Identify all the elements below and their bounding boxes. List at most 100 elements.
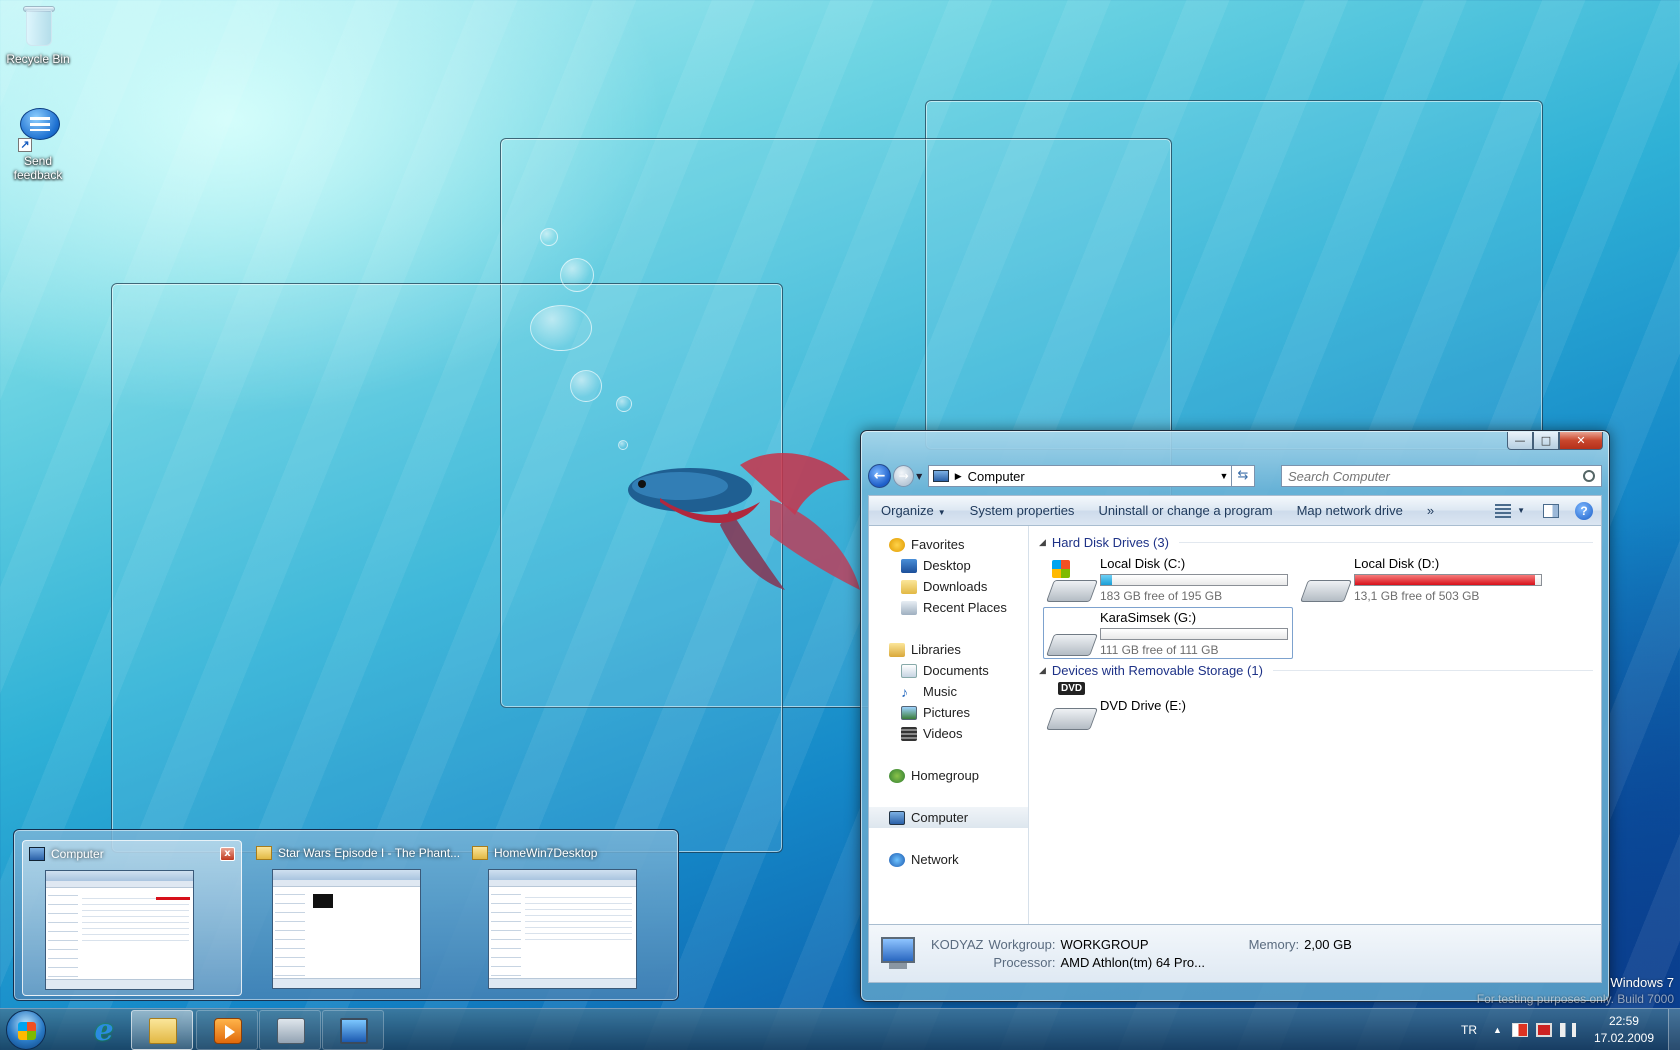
taskbar-media-player[interactable] [196, 1010, 258, 1050]
bubble [560, 258, 594, 292]
search-box[interactable] [1280, 465, 1602, 487]
folder-icon [149, 1018, 177, 1044]
more-commands-button[interactable]: » [1415, 496, 1446, 526]
clock-time: 22:59 [1608, 1014, 1639, 1028]
organize-label: Organize [881, 502, 934, 518]
nav-label: Videos [923, 726, 963, 741]
forward-button[interactable]: → [893, 465, 915, 487]
group-title: Hard Disk Drives (3) [1051, 534, 1169, 550]
address-bar[interactable]: ▶ Computer ▼ [927, 465, 1232, 487]
taskbar-remote-desktop[interactable] [322, 1010, 384, 1050]
nav-label: Network [911, 852, 959, 867]
network-status-icon[interactable] [1535, 1023, 1552, 1037]
volume-icon[interactable] [1559, 1023, 1576, 1037]
thumbnail-star-wars[interactable]: Star Wars Episode I - The Phant... [250, 840, 470, 996]
desktop-icon [901, 558, 917, 573]
language-indicator[interactable]: TR [1461, 1023, 1477, 1037]
drive-local-disk-d[interactable]: Local Disk (D:) 13,1 GB free of 503 GB [1297, 553, 1547, 605]
bubble [530, 305, 592, 351]
close-button[interactable]: ✕ [1559, 432, 1603, 450]
explorer-window[interactable]: — □ ✕ ← → ▼ ▶ Computer ▼ ⇆ Organize▼ Sys… [860, 430, 1610, 1002]
nav-videos[interactable]: Videos [869, 723, 1028, 744]
drive-karasimsek-g[interactable]: KaraSimsek (G:) 111 GB free of 111 GB [1043, 607, 1293, 659]
group-removable-storage[interactable]: ◢ Devices with Removable Storage (1) [1039, 660, 1593, 680]
dvd-drive-icon: DVD [1045, 682, 1099, 730]
content-pane: ◢ Hard Disk Drives (3) Local Disk (C:) 1… [1029, 526, 1601, 924]
drive-dvd-e[interactable]: DVD DVD Drive (E:) [1043, 681, 1293, 733]
thumbnail-close-button[interactable]: x [220, 847, 235, 861]
windows-logo-icon [6, 1010, 46, 1050]
nav-computer[interactable]: Computer [869, 807, 1028, 828]
clock[interactable]: 22:59 17.02.2009 [1594, 1013, 1654, 1047]
map-network-drive-button[interactable]: Map network drive [1285, 496, 1415, 526]
bubble [616, 396, 632, 412]
back-button[interactable]: ← [868, 464, 892, 488]
recycle-bin-icon [14, 2, 62, 50]
nav-music[interactable]: ♪ Music [869, 681, 1028, 702]
downloads-folder-icon [901, 579, 917, 594]
bubble [570, 370, 602, 402]
uninstall-program-button[interactable]: Uninstall or change a program [1086, 496, 1284, 526]
drive-name: DVD Drive (E:) [1100, 698, 1186, 713]
preview-pane-icon[interactable] [1543, 503, 1559, 518]
search-input[interactable] [1287, 468, 1583, 484]
homegroup-icon [889, 768, 905, 783]
maximize-button[interactable]: □ [1533, 432, 1559, 450]
help-icon[interactable]: ? [1575, 501, 1593, 520]
nav-favorites[interactable]: Favorites [869, 534, 1028, 555]
command-bar: Organize ▼ System properties Uninstall or… [868, 495, 1602, 525]
hard-drives-list: Local Disk (C:) 183 GB free of 195 GB Lo… [1039, 552, 1593, 660]
nav-recent-places[interactable]: Recent Places [869, 597, 1028, 618]
minimize-button[interactable]: — [1507, 432, 1533, 450]
folder-icon [256, 846, 272, 860]
start-button[interactable] [2, 1009, 50, 1050]
drive-usage-bar [1100, 574, 1288, 586]
taskbar-internet-explorer[interactable]: e [72, 1010, 134, 1050]
nav-desktop[interactable]: Desktop [869, 555, 1028, 576]
drive-name: Local Disk (D:) [1354, 556, 1440, 571]
drive-name: KaraSimsek (G:) [1100, 610, 1197, 625]
drive-local-disk-c[interactable]: Local Disk (C:) 183 GB free of 195 GB [1043, 553, 1293, 605]
recent-pages-dropdown[interactable]: ▼ [916, 472, 926, 481]
explorer-body: Favorites Desktop Downloads Recent Place… [868, 525, 1602, 925]
breadcrumb-computer[interactable]: Computer [968, 469, 1217, 484]
group-hard-disk-drives[interactable]: ◢ Hard Disk Drives (3) [1039, 532, 1593, 552]
system-properties-button[interactable]: System properties [958, 496, 1087, 526]
view-options-dropdown-icon[interactable]: ▼ [1517, 506, 1525, 515]
show-desktop-button[interactable] [1668, 1009, 1680, 1050]
desktop-icon-label: Recycle Bin [6, 52, 70, 66]
group-title: Devices with Removable Storage (1) [1051, 662, 1263, 678]
desktop-icon-send-feedback[interactable]: ↗ Send feedback [0, 104, 76, 182]
caption-buttons: — □ ✕ [1507, 432, 1603, 450]
taskbar-windows-explorer[interactable] [131, 1010, 193, 1050]
nav-libraries[interactable]: Libraries [869, 639, 1028, 660]
search-icon[interactable] [1583, 470, 1595, 482]
organize-button[interactable]: Organize ▼ [869, 496, 958, 526]
collapse-triangle-icon[interactable]: ◢ [1039, 537, 1046, 548]
system-tray: TR ▲ 22:59 17.02.2009 [1461, 1009, 1680, 1050]
system-drive-icon [1045, 560, 1099, 602]
breadcrumb-chevron-icon[interactable]: ▶ [955, 471, 962, 482]
taskbar-tools[interactable] [259, 1010, 321, 1050]
thumbnail-computer[interactable]: Computer x [22, 840, 242, 996]
computer-monitor-icon [877, 936, 917, 971]
music-icon: ♪ [901, 683, 908, 700]
nav-label: Downloads [923, 579, 988, 594]
action-center-flag-icon[interactable] [1511, 1023, 1528, 1037]
nav-label: Pictures [923, 705, 970, 720]
address-dropdown-icon[interactable]: ▼ [1217, 471, 1231, 481]
change-view-icon[interactable] [1495, 503, 1512, 518]
nav-homegroup[interactable]: Homegroup [869, 765, 1028, 786]
processor-label: Processor: [993, 955, 1056, 970]
nav-downloads[interactable]: Downloads [869, 576, 1028, 597]
nav-network[interactable]: Network [869, 849, 1028, 870]
collapse-triangle-icon[interactable]: ◢ [1039, 665, 1046, 676]
nav-pictures[interactable]: Pictures [869, 702, 1028, 723]
thumbnail-homewin7desktop[interactable]: HomeWin7Desktop [466, 840, 686, 996]
bubble [540, 228, 558, 246]
nav-label: Homegroup [911, 768, 979, 783]
show-hidden-icons-button[interactable]: ▲ [1493, 1025, 1502, 1035]
nav-documents[interactable]: Documents [869, 660, 1028, 681]
desktop-icon-recycle-bin[interactable]: Recycle Bin [0, 2, 76, 66]
refresh-button[interactable]: ⇆ [1231, 465, 1255, 487]
